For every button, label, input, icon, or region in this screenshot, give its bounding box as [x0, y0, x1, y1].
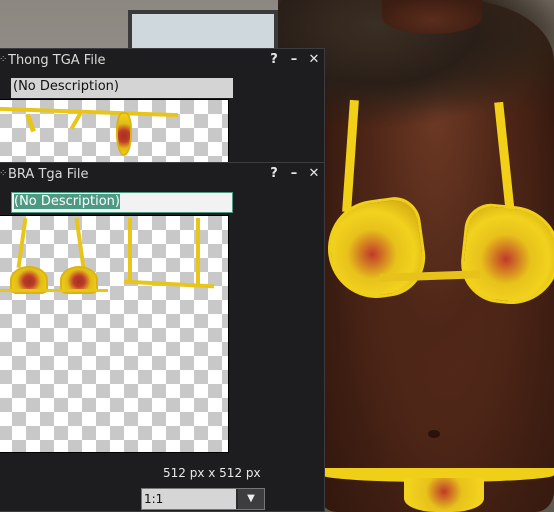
zoom-value[interactable]: 1:1 — [142, 489, 236, 509]
thong-texture-preview[interactable] — [0, 99, 229, 169]
help-icon[interactable]: ? — [267, 166, 281, 182]
thong-texture-floater: ⁘ Thong TGA File ? – ✕ (No Description) — [0, 48, 325, 169]
thong-front-panel — [116, 112, 132, 156]
help-icon[interactable]: ? — [267, 52, 281, 68]
avatar-chin — [382, 0, 482, 34]
thong-titlebar[interactable]: ⁘ Thong TGA File ? – ✕ — [0, 49, 324, 73]
bra-texture-strap-3 — [128, 218, 132, 282]
bra-texture-strap-4 — [196, 218, 200, 284]
texture-dimensions: 512 px x 512 px — [163, 466, 261, 480]
thong-side-left — [25, 113, 36, 133]
bra-texture-floater: ⁘ BRA Tga File ? – ✕ (No Description) 51… — [0, 162, 325, 512]
bra-texture-preview[interactable] — [0, 215, 229, 453]
drag-handle-icon[interactable]: ⁘ — [0, 168, 7, 180]
bra-texture-band-left — [0, 289, 108, 292]
close-icon[interactable]: ✕ — [307, 52, 321, 68]
thong-floater-title: Thong TGA File — [8, 53, 106, 68]
bra-description-field[interactable]: (No Description) — [11, 192, 233, 213]
thong-side-mid — [69, 112, 83, 130]
minimize-icon[interactable]: – — [287, 166, 301, 182]
bra-texture-strap-2 — [74, 217, 86, 269]
thong-front — [404, 478, 484, 512]
close-icon[interactable]: ✕ — [307, 166, 321, 182]
avatar-navel — [428, 430, 440, 438]
bra-description-text: (No Description) — [14, 194, 120, 209]
bra-titlebar[interactable]: ⁘ BRA Tga File ? – ✕ — [0, 163, 324, 187]
chevron-down-icon[interactable]: ▼ — [238, 489, 264, 509]
minimize-icon[interactable]: – — [287, 52, 301, 68]
bra-texture-band-right — [123, 279, 215, 289]
thong-description-field[interactable]: (No Description) — [11, 78, 233, 98]
bra-floater-title: BRA Tga File — [8, 167, 89, 182]
zoom-dropdown[interactable]: 1:1 ▼ — [141, 488, 265, 510]
bra-texture-strap-1 — [16, 217, 28, 269]
drag-handle-icon[interactable]: ⁘ — [0, 54, 7, 66]
